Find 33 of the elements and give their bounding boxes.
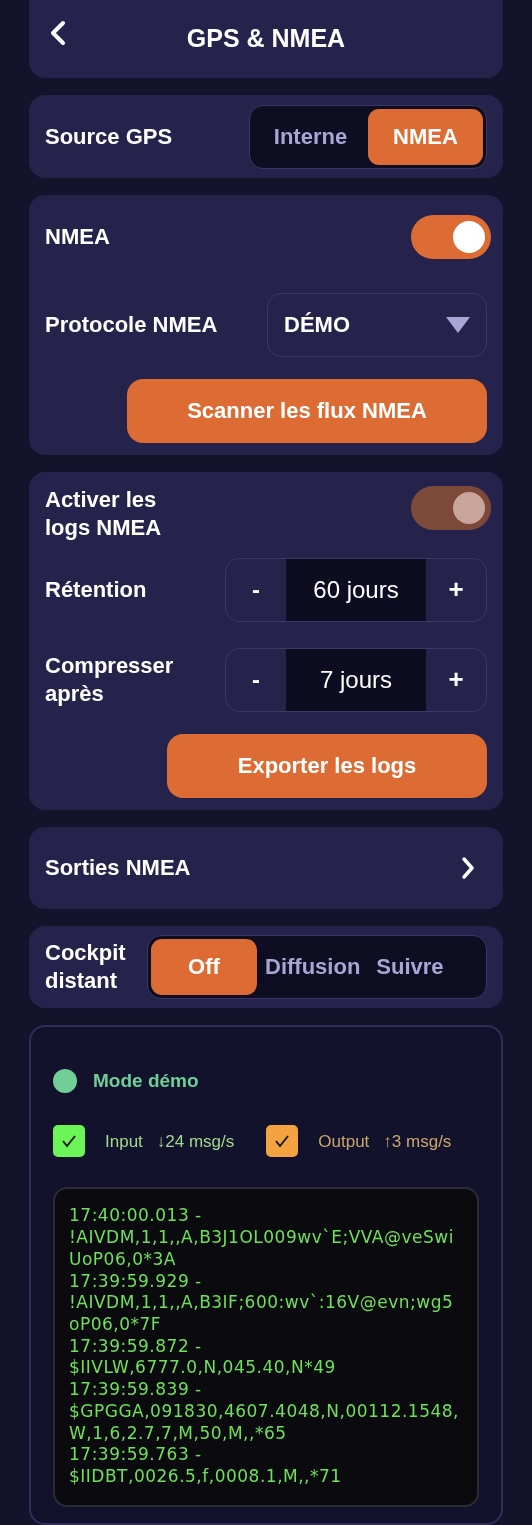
checkmark-icon (61, 1134, 77, 1149)
log-line: 17:39:59.839 - $GPGGA,091830,4607.4048,N,00112.1548,W,1,6,2.7,7,M,50,M,,*65 (69, 1379, 461, 1445)
field-label: Rétention (45, 575, 148, 604)
segment-tab[interactable]: Diffusion (257, 938, 369, 995)
field-label: Cockpit distant (45, 938, 127, 995)
filter-label: Input (105, 1130, 143, 1153)
log-line: 17:39:59.929 - !AIVDM,1,1,,A,B3IF;600:wv`:16V@evn;wg5oP06,0*7F (69, 1270, 455, 1336)
log-line: 17:39:59.763 - $IIDBT,0026.5,f,0008.1,M,,*71 (69, 1444, 343, 1488)
outputs-row[interactable]: Sorties NMEA (29, 826, 503, 909)
log-line: 17:40:00.013 - !AIVDM,1,1,,A,B3J1OL009wv`E;VVA@veSwiUoP06,0*3A (69, 1205, 455, 1271)
chevron-right-icon (461, 855, 475, 880)
field-label: Compresser après (45, 651, 175, 708)
stepper-value: 60 jours (286, 558, 426, 621)
back-chevron-icon (50, 20, 66, 46)
toggle-switch[interactable] (411, 214, 491, 259)
field-label: NMEA (45, 223, 110, 252)
segment-tab[interactable]: Interne (253, 108, 368, 165)
field-label: Source GPS (45, 123, 173, 151)
field-label: Protocole NMEA (45, 311, 218, 340)
rate-label: ↓24 msg/s (156, 1130, 235, 1153)
protocol-dropdown[interactable]: DÉMO (267, 292, 487, 357)
field-label: Activer les logs NMEA (45, 485, 163, 542)
page-title: GPS & NMEA (186, 23, 346, 55)
checkmark-icon (274, 1134, 291, 1149)
status-label: Mode démo (93, 1069, 199, 1093)
filter-checkbox[interactable] (53, 1125, 85, 1158)
filter-checkbox[interactable] (266, 1125, 299, 1158)
dropdown-caret-icon (446, 316, 470, 333)
stepper-value: 7 jours (286, 648, 426, 711)
log-line: 17:39:59.872 - $IIVLW,6777.0,N,045.40,N*49 (69, 1335, 337, 1380)
filter-label: Output (318, 1130, 370, 1153)
rate-label: ↑3 msg/s (383, 1130, 452, 1153)
segment-tab[interactable]: Suivre (368, 938, 452, 995)
